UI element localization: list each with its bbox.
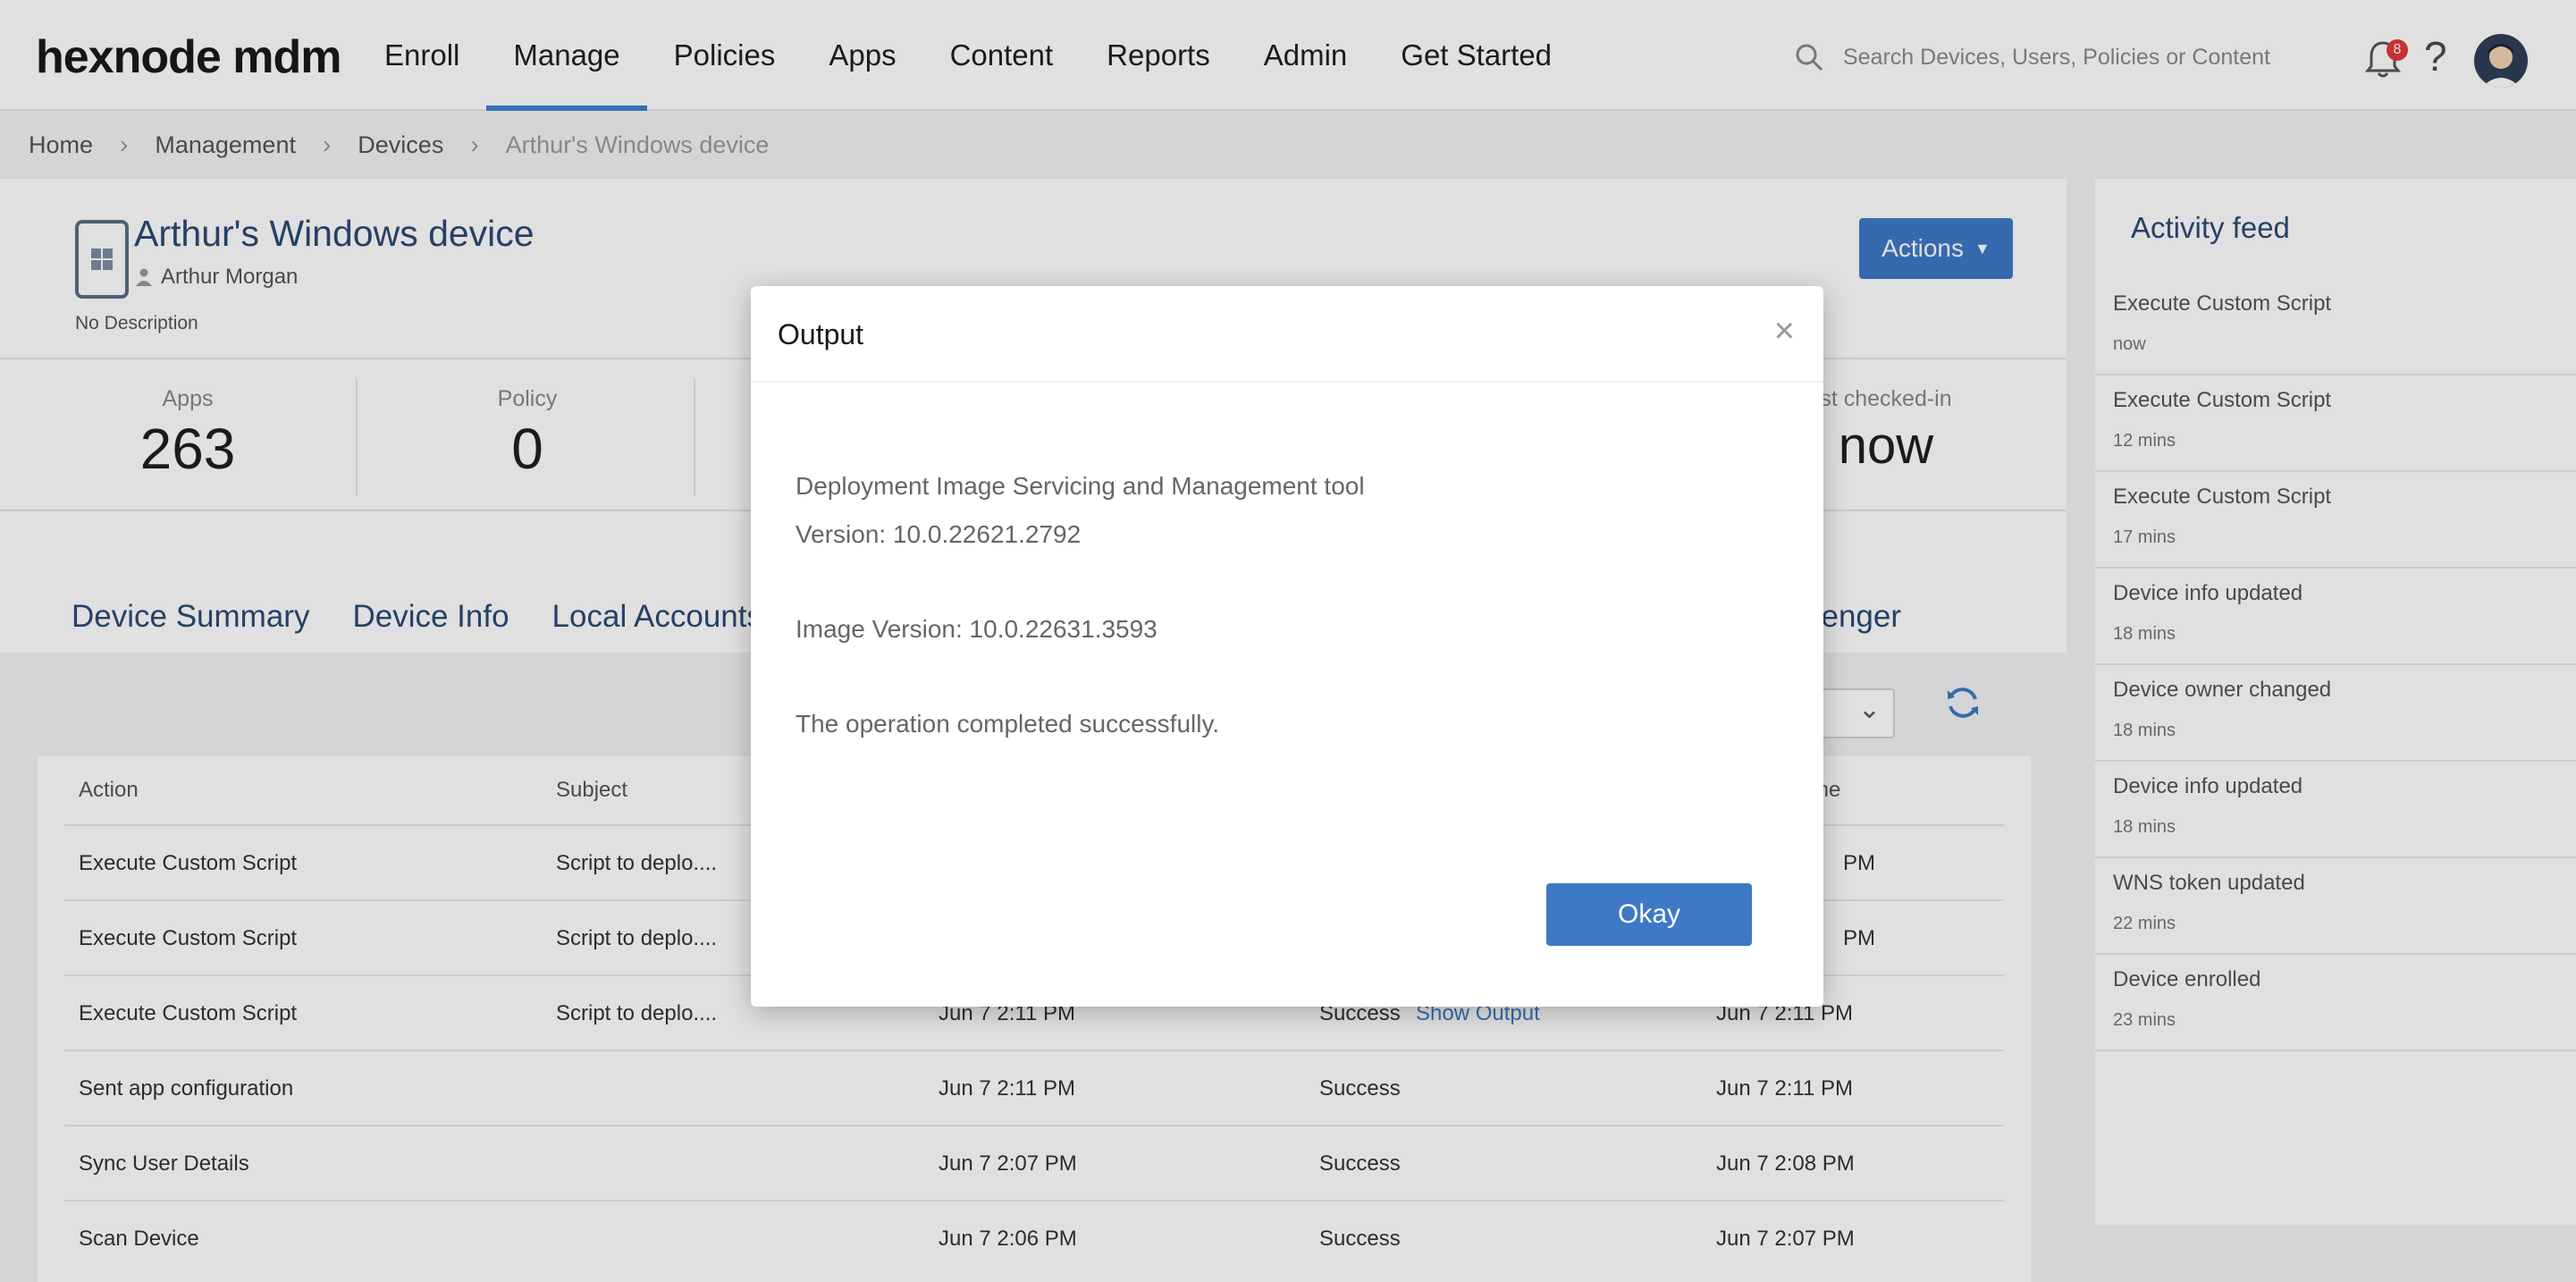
output-line-4: The operation completed successfully. — [796, 710, 1220, 738]
close-icon[interactable]: × — [1774, 311, 1795, 351]
modal-divider — [751, 381, 1823, 383]
output-line-1: Deployment Image Servicing and Managemen… — [796, 472, 1365, 500]
okay-button[interactable]: Okay — [1546, 883, 1752, 946]
output-line-2: Version: 10.0.22621.2792 — [796, 520, 1082, 548]
output-modal: Output × Deployment Image Servicing and … — [751, 286, 1823, 1007]
output-line-3: Image Version: 10.0.22631.3593 — [796, 615, 1158, 643]
modal-title: Output — [778, 318, 864, 350]
